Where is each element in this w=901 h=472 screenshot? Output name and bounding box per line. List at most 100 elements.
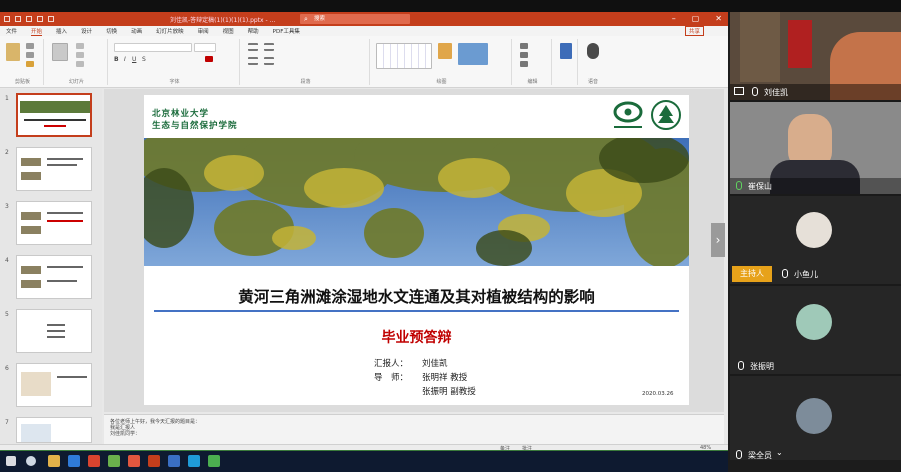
mic-icon xyxy=(738,361,744,370)
select-icon[interactable] xyxy=(520,61,528,67)
tab-home[interactable]: 开始 xyxy=(31,27,43,36)
participant-name: 刘佳凯 xyxy=(764,88,788,97)
reset-icon[interactable] xyxy=(76,52,84,58)
presentation-date: 2020.03.26 xyxy=(642,391,674,397)
app-icon[interactable] xyxy=(88,455,100,467)
screen: 刘佳凯-答辩定稿(1)(1)(1)(1).pptx - ... 搜索 – ▢ ✕… xyxy=(0,0,901,472)
minimize-icon[interactable]: – xyxy=(672,14,676,23)
numbering-icon[interactable] xyxy=(264,43,274,51)
app-icon[interactable] xyxy=(168,455,180,467)
next-arrow-icon[interactable]: › xyxy=(711,223,725,257)
maximize-icon[interactable]: ▢ xyxy=(692,14,700,23)
tab-transitions[interactable]: 切换 xyxy=(106,27,117,35)
italic-icon[interactable]: I xyxy=(124,56,126,63)
share-button[interactable]: 共享 xyxy=(684,26,704,36)
font-name-select[interactable] xyxy=(114,43,192,52)
app-icon[interactable] xyxy=(128,455,140,467)
slide-canvas[interactable]: 北京林业大学 生态与自然保护学院 黄河三角洲滩涂湿地水文连通及其对植被结构的影响… xyxy=(144,95,689,405)
app-icon[interactable] xyxy=(188,455,200,467)
participant-tile[interactable]: 主持人 小鱼儿 xyxy=(730,196,901,284)
tab-design[interactable]: 设计 xyxy=(81,27,92,35)
thumbnail-line xyxy=(47,158,83,160)
present-icon[interactable] xyxy=(48,16,54,22)
autosave-icon[interactable] xyxy=(4,16,10,22)
tab-file[interactable]: 文件 xyxy=(6,27,17,35)
bold-icon[interactable]: B xyxy=(114,56,119,63)
tab-animations[interactable]: 动画 xyxy=(131,27,142,35)
slide-thumbnail[interactable] xyxy=(16,93,92,137)
drawing-group: 绘图 xyxy=(372,39,512,85)
participant-tile[interactable]: 崔保山 xyxy=(730,102,901,194)
slide-thumbnail[interactable] xyxy=(16,147,92,191)
host-badge: 主持人 xyxy=(732,266,772,282)
tab-slideshow[interactable]: 幻灯片放映 xyxy=(156,27,184,35)
edge-icon[interactable] xyxy=(68,455,80,467)
tab-view[interactable]: 视图 xyxy=(223,27,234,35)
replace-icon[interactable] xyxy=(520,52,528,58)
slide-thumbnail[interactable] xyxy=(16,255,92,299)
tab-pdf[interactable]: PDF工具集 xyxy=(273,27,300,35)
tab-help[interactable]: 帮助 xyxy=(248,27,259,35)
thumbnail-image xyxy=(21,266,41,274)
clipboard-group: 剪贴板 xyxy=(2,39,44,85)
strikethrough-icon[interactable]: S xyxy=(142,56,146,63)
save-icon[interactable] xyxy=(15,16,21,22)
find-icon[interactable] xyxy=(520,43,528,49)
quick-access-toolbar xyxy=(4,16,54,22)
tab-insert[interactable]: 插入 xyxy=(56,27,67,35)
voice-group-label: 语音 xyxy=(587,79,598,85)
video-background xyxy=(788,20,812,68)
windows-start-icon[interactable] xyxy=(6,456,16,466)
search-icon[interactable] xyxy=(26,456,36,466)
app-icon[interactable] xyxy=(208,455,220,467)
top-strip xyxy=(0,0,901,12)
thumbnail-line xyxy=(57,376,87,378)
slide-thumbnail[interactable] xyxy=(16,201,92,245)
mic-icon xyxy=(782,269,788,278)
bullets-icon[interactable] xyxy=(248,43,258,51)
search-input[interactable]: 搜索 xyxy=(300,14,410,24)
speaker-notes[interactable]: 各位老师上午好，我今天汇报的题目是： 我是汇报人 刘佳凯同学： xyxy=(104,414,724,444)
thumbnail-image xyxy=(20,101,90,113)
file-name: 刘佳凯-答辩定稿(1)(1)(1)(1).pptx - ... xyxy=(170,17,276,24)
thumbnail-image xyxy=(21,158,41,166)
underline-icon[interactable]: U xyxy=(132,56,136,63)
align-center-icon[interactable] xyxy=(264,57,274,65)
file-explorer-icon[interactable] xyxy=(48,455,60,467)
powerpoint-icon[interactable] xyxy=(148,455,160,467)
dictate-icon[interactable] xyxy=(587,43,599,59)
close-icon[interactable]: ✕ xyxy=(715,14,722,23)
font-color-icon[interactable] xyxy=(205,56,213,62)
participant-tile[interactable]: 张振明 xyxy=(730,286,901,374)
quick-styles-icon[interactable] xyxy=(458,43,488,65)
pdf-icon[interactable] xyxy=(560,43,572,59)
undo-icon[interactable] xyxy=(26,16,32,22)
align-left-icon[interactable] xyxy=(248,57,258,65)
copy-icon[interactable] xyxy=(26,52,34,58)
slide-number: 3 xyxy=(5,203,9,210)
new-slide-icon[interactable] xyxy=(52,43,68,61)
university-seal xyxy=(651,100,681,130)
section-icon[interactable] xyxy=(76,61,84,67)
slide-thumbnail[interactable] xyxy=(16,417,92,443)
redo-icon[interactable] xyxy=(37,16,43,22)
participant-tile[interactable]: 刘佳凯 xyxy=(730,12,901,100)
wechat-icon[interactable] xyxy=(108,455,120,467)
font-size-select[interactable] xyxy=(194,43,216,52)
format-painter-icon[interactable] xyxy=(26,61,34,67)
layout-icon[interactable] xyxy=(76,43,84,49)
slide-thumbnail[interactable] xyxy=(16,309,92,353)
slide-thumbnail[interactable] xyxy=(16,363,92,407)
thumbnail-line xyxy=(47,220,83,222)
slide-number: 5 xyxy=(5,311,9,318)
shapes-gallery[interactable] xyxy=(376,43,432,69)
paste-icon[interactable] xyxy=(6,43,20,61)
participant-tile[interactable]: ⌄ 梁全员 xyxy=(730,376,901,460)
tab-review[interactable]: 审阅 xyxy=(198,27,209,35)
avatar xyxy=(796,304,832,340)
university-name: 北京林业大学 xyxy=(152,109,210,119)
chevron-down-icon[interactable]: ⌄ xyxy=(776,449,784,457)
pdf-group xyxy=(554,39,578,85)
arrange-icon[interactable] xyxy=(438,43,452,59)
cut-icon[interactable] xyxy=(26,43,34,49)
